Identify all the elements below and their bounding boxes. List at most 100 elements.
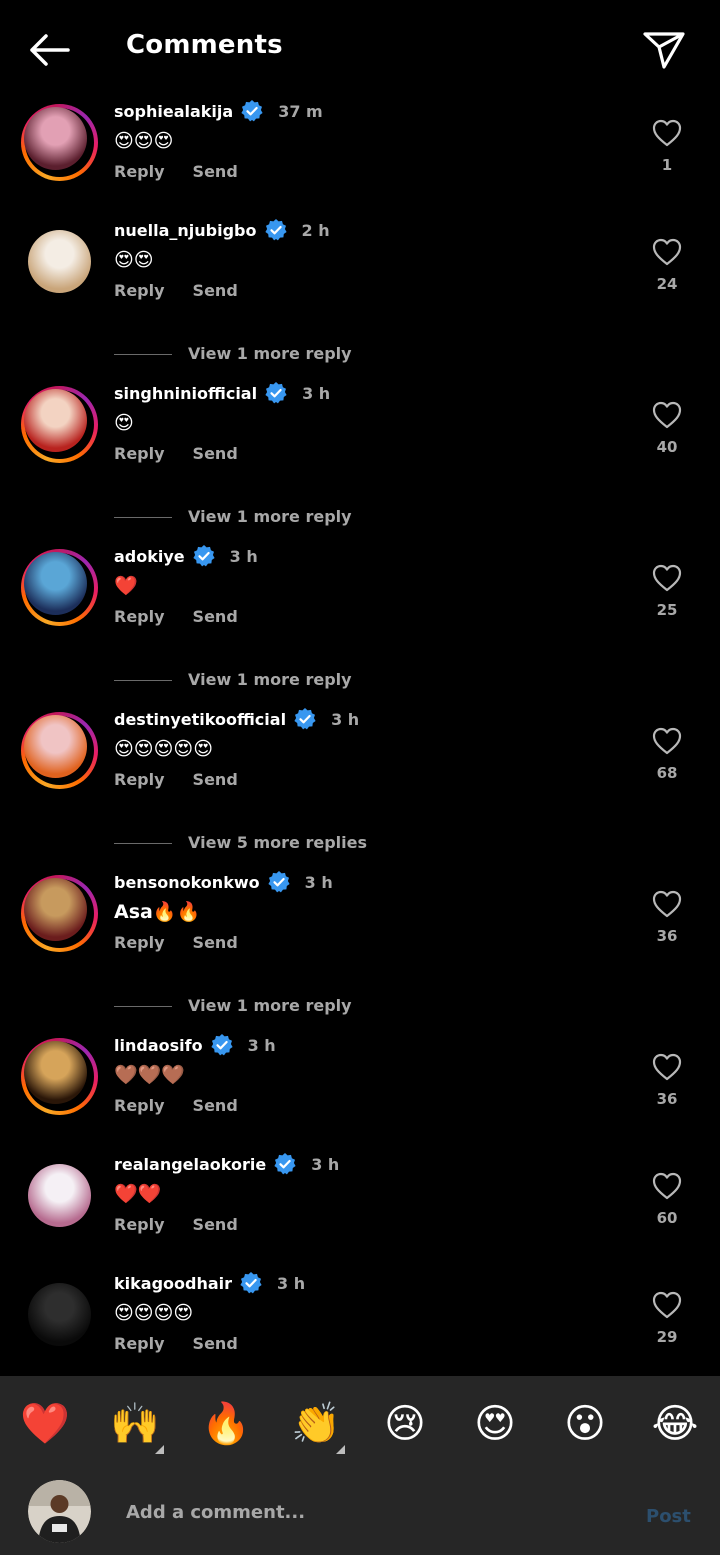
username[interactable]: lindaosifo <box>114 1036 203 1055</box>
username[interactable]: sophiealakija <box>114 102 233 121</box>
username[interactable]: realangelaokorie <box>114 1155 266 1174</box>
username[interactable]: destinyetikoofficial <box>114 710 286 729</box>
like-control: 25 <box>650 563 684 619</box>
clapping-emoji-button[interactable]: 👏 <box>291 1400 345 1454</box>
story-ring[interactable] <box>21 875 98 952</box>
send-button[interactable]: Send <box>193 770 238 789</box>
verified-badge-icon <box>294 708 316 730</box>
send-button[interactable]: Send <box>193 1096 238 1115</box>
back-arrow-icon[interactable] <box>24 28 74 72</box>
heart-icon[interactable] <box>651 118 683 148</box>
story-ring[interactable] <box>21 104 98 181</box>
heart-icon[interactable] <box>651 400 683 430</box>
avatar[interactable] <box>24 389 87 452</box>
heart-icon[interactable] <box>651 237 683 267</box>
avatar[interactable] <box>28 230 91 293</box>
send-button[interactable]: Send <box>193 281 238 300</box>
username[interactable]: kikagoodhair <box>114 1274 232 1293</box>
heart-icon[interactable] <box>651 889 683 919</box>
skin-tone-indicator-icon <box>336 1445 345 1454</box>
raised-hands-emoji: 🙌 <box>110 1401 160 1447</box>
comment-text: ❤️❤️ <box>114 1183 162 1205</box>
divider <box>114 517 172 518</box>
divider <box>114 354 172 355</box>
raised-hands-emoji-button[interactable]: 🙌 <box>110 1400 164 1454</box>
username[interactable]: bensonokonkwo <box>114 873 260 892</box>
comment-header: adokiye 3 h <box>114 543 258 569</box>
comment-text: 😍😍😍 <box>114 130 174 152</box>
heart-icon[interactable] <box>651 1290 683 1320</box>
post-button[interactable]: Post <box>646 1506 691 1527</box>
view-more-replies-link[interactable]: View 1 more reply <box>188 507 352 526</box>
crying-emoji: 😢 <box>384 1401 426 1447</box>
reply-button[interactable]: Reply <box>114 1215 165 1234</box>
heart-emoji-button[interactable]: ❤️ <box>20 1400 70 1448</box>
laughing-emoji-button[interactable]: 😂 <box>651 1400 699 1448</box>
laughing-emoji: 😂 <box>651 1401 699 1447</box>
username[interactable]: adokiye <box>114 547 185 566</box>
reply-button[interactable]: Reply <box>114 607 165 626</box>
comment-header: realangelaokorie 3 h <box>114 1151 339 1177</box>
view-more-replies-link[interactable]: View 5 more replies <box>188 833 367 852</box>
story-ring[interactable] <box>21 712 98 789</box>
comment-actions: Reply Send <box>114 933 238 952</box>
story-ring[interactable] <box>21 1038 98 1115</box>
view-more-replies-link[interactable]: View 1 more reply <box>188 670 352 689</box>
comment-input[interactable] <box>126 1498 606 1526</box>
send-button[interactable]: Send <box>193 444 238 463</box>
avatar[interactable] <box>24 107 87 170</box>
avatar[interactable] <box>28 1164 91 1227</box>
comment-actions: Reply Send <box>114 607 238 626</box>
fire-emoji-button[interactable]: 🔥 <box>201 1400 251 1448</box>
username[interactable]: singhniniofficial <box>114 384 257 403</box>
surprised-emoji-button[interactable]: 😮 <box>561 1400 609 1448</box>
send-button[interactable]: Send <box>193 933 238 952</box>
crying-emoji-button[interactable]: 😢 <box>381 1400 429 1448</box>
verified-badge-icon <box>193 545 215 567</box>
comment-header: nuella_njubigbo 2 h <box>114 217 330 243</box>
heart-icon[interactable] <box>651 1052 683 1082</box>
comment-actions: Reply Send <box>114 162 238 181</box>
story-ring[interactable] <box>21 386 98 463</box>
avatar[interactable] <box>24 715 87 778</box>
avatar-frame[interactable] <box>21 1157 98 1234</box>
heart-eyes-emoji-button[interactable]: 😍 <box>471 1400 519 1448</box>
reply-button[interactable]: Reply <box>114 1334 165 1353</box>
send-button[interactable]: Send <box>193 607 238 626</box>
send-button[interactable]: Send <box>193 1215 238 1234</box>
reply-button[interactable]: Reply <box>114 162 165 181</box>
like-control: 40 <box>650 400 684 456</box>
avatar[interactable] <box>24 878 87 941</box>
send-button[interactable]: Send <box>193 162 238 181</box>
reply-button[interactable]: Reply <box>114 281 165 300</box>
send-icon[interactable] <box>640 26 688 70</box>
heart-eyes-emoji: 😍 <box>474 1401 516 1447</box>
like-count: 36 <box>656 927 678 945</box>
comment-actions: Reply Send <box>114 281 238 300</box>
reply-button[interactable]: Reply <box>114 770 165 789</box>
view-more-replies-link[interactable]: View 1 more reply <box>188 996 352 1015</box>
heart-icon[interactable] <box>651 563 683 593</box>
reply-button[interactable]: Reply <box>114 444 165 463</box>
reply-button[interactable]: Reply <box>114 933 165 952</box>
avatar-frame[interactable] <box>21 1276 98 1353</box>
comment-text: Asa🔥🔥 <box>114 901 201 923</box>
story-ring[interactable] <box>21 549 98 626</box>
heart-icon[interactable] <box>651 726 683 756</box>
like-control: 29 <box>650 1290 684 1346</box>
verified-badge-icon <box>265 382 287 404</box>
view-more-replies: View 1 more reply <box>0 660 720 704</box>
comment-text: ❤️ <box>114 575 138 597</box>
comment-time: 3 h <box>277 1273 306 1293</box>
avatar-frame[interactable] <box>21 223 98 300</box>
avatar[interactable] <box>24 552 87 615</box>
send-button[interactable]: Send <box>193 1334 238 1353</box>
avatar[interactable] <box>24 1041 87 1104</box>
like-control: 36 <box>650 889 684 945</box>
verified-badge-icon <box>241 100 263 122</box>
username[interactable]: nuella_njubigbo <box>114 221 257 240</box>
avatar[interactable] <box>28 1283 91 1346</box>
reply-button[interactable]: Reply <box>114 1096 165 1115</box>
heart-icon[interactable] <box>651 1171 683 1201</box>
view-more-replies-link[interactable]: View 1 more reply <box>188 344 352 363</box>
